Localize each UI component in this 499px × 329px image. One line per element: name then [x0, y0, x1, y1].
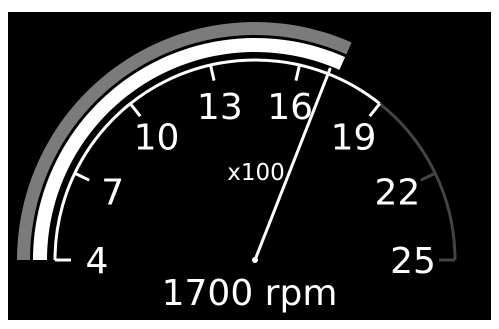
scale-tick-10	[129, 102, 142, 118]
scale-tick-22	[420, 171, 436, 182]
scale-label-16: 16	[267, 87, 313, 128]
scale-tick-13	[209, 64, 216, 81]
scale-label-7: 7	[101, 172, 124, 213]
scale-label-19: 19	[331, 117, 377, 158]
unit-multiplier-label: x100	[227, 160, 285, 186]
scale-label-13: 13	[197, 87, 243, 128]
rpm-readout: 1700 rpm	[161, 273, 338, 314]
scale-label-22: 22	[374, 172, 420, 213]
scale-label-10: 10	[134, 117, 180, 158]
scale-tick-16	[294, 64, 301, 81]
needle-hub	[252, 257, 258, 263]
tachometer-gauge: 4 7 10 13 16 19 22 25 x100 1700 rpm	[8, 12, 491, 320]
scale-tick-19	[368, 102, 381, 118]
scale-tick-7	[74, 171, 90, 182]
